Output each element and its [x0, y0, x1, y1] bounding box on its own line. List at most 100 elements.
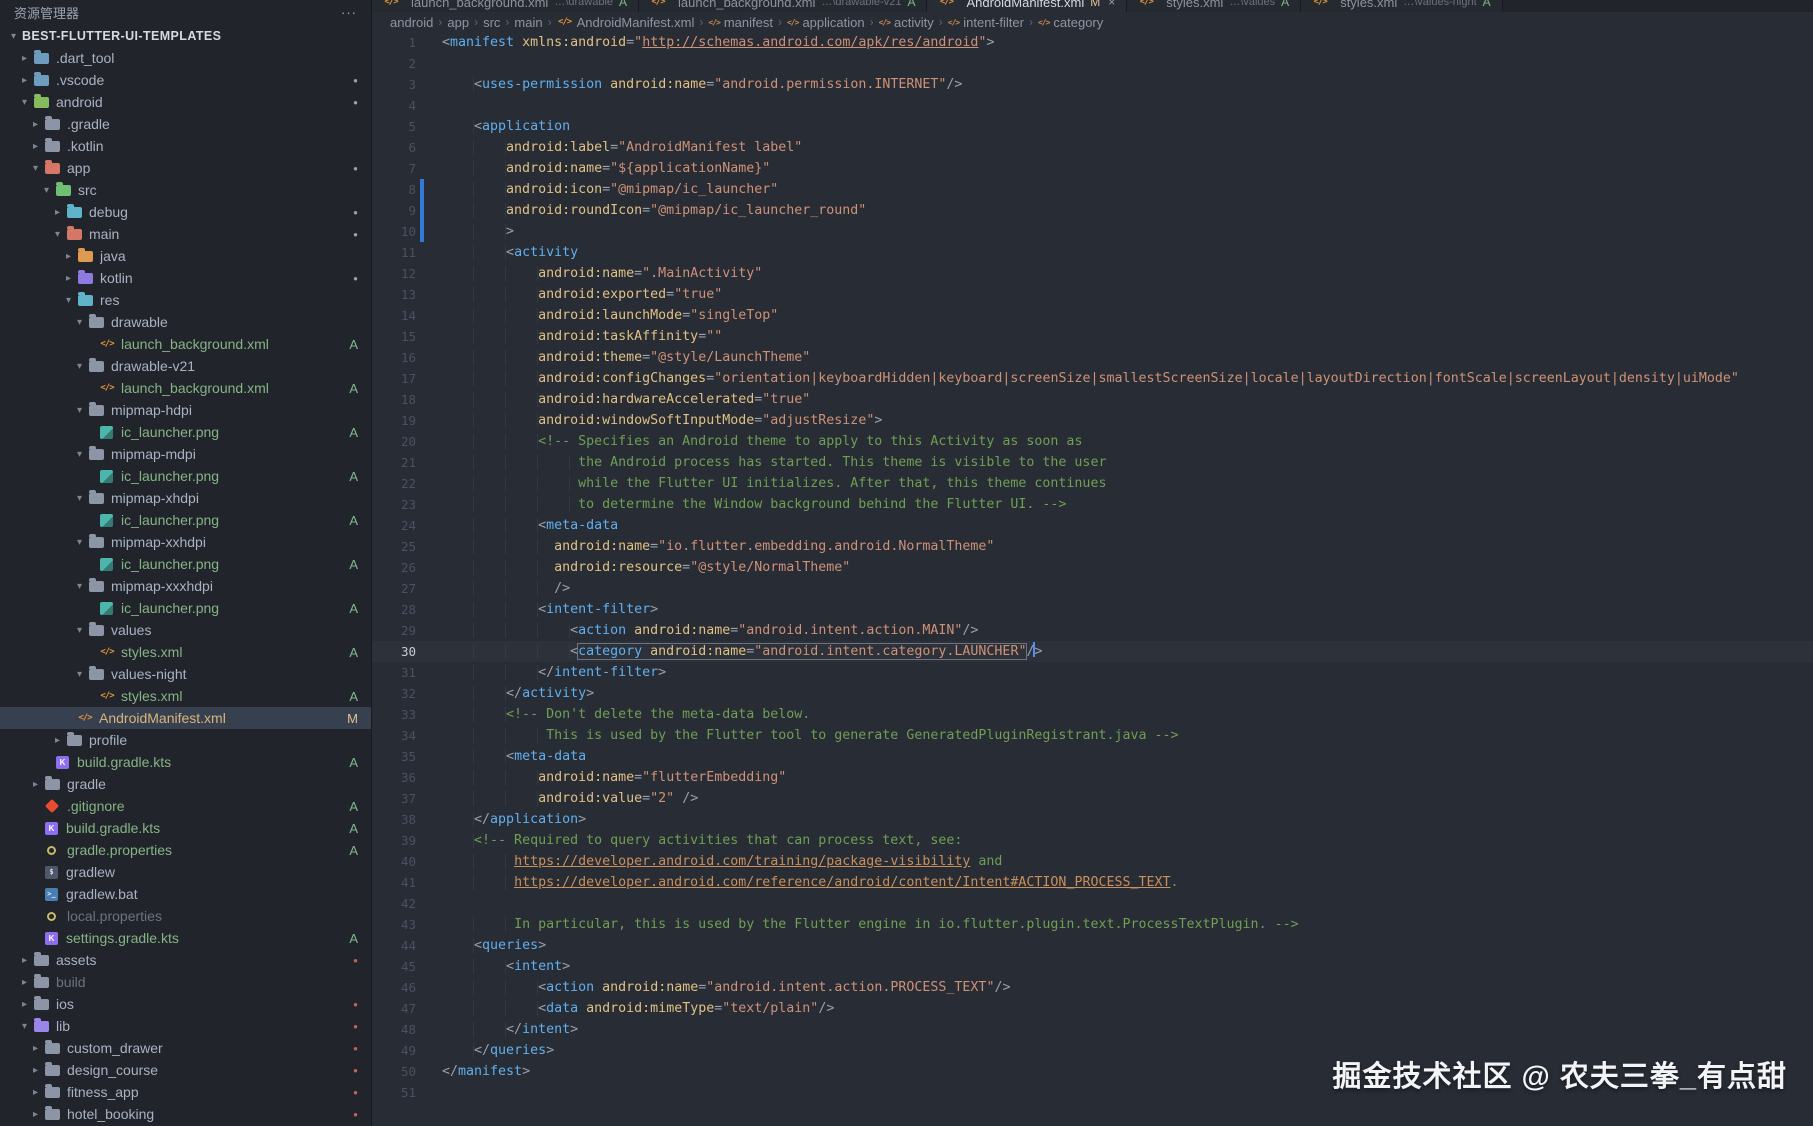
tree-item-.vscode[interactable]: ▸ .vscode ●: [0, 69, 371, 91]
chevron-right-icon[interactable]: ▸: [28, 779, 43, 790]
code-line[interactable]: 20 <!-- Specifies an Android theme to ap…: [372, 431, 1813, 452]
code-line[interactable]: 8 android:icon="@mipmap/ic_launcher": [372, 179, 1813, 200]
line-number[interactable]: 40: [372, 851, 416, 872]
line-number[interactable]: 15: [372, 326, 416, 347]
tree-item-build.gradle.kts[interactable]: Kbuild.gradle.kts A: [0, 751, 371, 773]
line-number[interactable]: 49: [372, 1040, 416, 1061]
code-line[interactable]: 48 </intent>: [372, 1019, 1813, 1040]
chevron-right-icon[interactable]: ▸: [28, 1043, 43, 1054]
chevron-down-icon[interactable]: ▾: [72, 537, 87, 548]
chevron-down-icon[interactable]: ▾: [72, 581, 87, 592]
line-number[interactable]: 1: [372, 32, 416, 53]
line-number[interactable]: 6: [372, 137, 416, 158]
tree-item-gradlew.bat[interactable]: >_ gradlew.bat: [0, 883, 371, 905]
chevron-right-icon[interactable]: ▸: [28, 119, 43, 130]
tree-item-styles.xml[interactable]: </> styles.xml A: [0, 641, 371, 663]
code-line[interactable]: 15 android:taskAffinity="": [372, 326, 1813, 347]
tree-item-profile[interactable]: ▸ profile: [0, 729, 371, 751]
tree-item-ic_launcher.png[interactable]: ic_launcher.png A: [0, 553, 371, 575]
code-editor[interactable]: 1 <manifest xmlns:android="http://schemas…: [372, 32, 1813, 1126]
line-number[interactable]: 11: [372, 242, 416, 263]
line-number[interactable]: 50: [372, 1061, 416, 1082]
breadcrumb-item-AndroidManifest.xml[interactable]: </> AndroidManifest.xml: [557, 15, 694, 30]
breadcrumb-item-intent-filter[interactable]: </> intent-filter: [948, 15, 1024, 30]
tree-item-launch_background.xml[interactable]: </> launch_background.xml A: [0, 333, 371, 355]
chevron-right-icon[interactable]: ▸: [28, 141, 43, 152]
code-line[interactable]: 22 while the Flutter UI initializes. Aft…: [372, 473, 1813, 494]
tree-item-values[interactable]: ▾ values: [0, 619, 371, 641]
line-number[interactable]: 24: [372, 515, 416, 536]
code-line[interactable]: 6 android:label="AndroidManifest label": [372, 137, 1813, 158]
code-line[interactable]: 41 https://developer.android.com/referen…: [372, 872, 1813, 893]
line-number[interactable]: 17: [372, 368, 416, 389]
line-number[interactable]: 44: [372, 935, 416, 956]
chevron-down-icon[interactable]: ▾: [50, 229, 65, 240]
line-number[interactable]: 29: [372, 620, 416, 641]
line-number[interactable]: 14: [372, 305, 416, 326]
tree-item-lib[interactable]: ▾ lib ●: [0, 1015, 371, 1037]
code-line[interactable]: 38 </application>: [372, 809, 1813, 830]
line-number[interactable]: 38: [372, 809, 416, 830]
code-line[interactable]: 4: [372, 95, 1813, 116]
line-number[interactable]: 10: [372, 221, 416, 242]
tree-item-mipmap-xxxhdpi[interactable]: ▾ mipmap-xxxhdpi: [0, 575, 371, 597]
breadcrumb-item-category[interactable]: </> category: [1038, 15, 1103, 30]
code-line[interactable]: 33 <!-- Don't delete the meta-data below…: [372, 704, 1813, 725]
line-number[interactable]: 36: [372, 767, 416, 788]
tab-styles.xml[interactable]: </> styles.xml …\values-night A: [1301, 0, 1503, 12]
chevron-right-icon[interactable]: ▸: [17, 53, 32, 64]
chevron-down-icon[interactable]: ▾: [28, 163, 43, 174]
code-line[interactable]: 2: [372, 53, 1813, 74]
tree-item-assets[interactable]: ▸ assets ●: [0, 949, 371, 971]
tree-item-hotel_booking[interactable]: ▸ hotel_booking ●: [0, 1103, 371, 1125]
tree-item-settings.gradle.kts[interactable]: Ksettings.gradle.kts A: [0, 927, 371, 949]
line-number[interactable]: 48: [372, 1019, 416, 1040]
tree-item-drawable[interactable]: ▾ drawable: [0, 311, 371, 333]
chevron-down-icon[interactable]: ▾: [17, 97, 32, 108]
chevron-right-icon[interactable]: ▸: [50, 735, 65, 746]
code-line[interactable]: 13 android:exported="true": [372, 284, 1813, 305]
line-number[interactable]: 35: [372, 746, 416, 767]
code-line[interactable]: 17 android:configChanges="orientation|ke…: [372, 368, 1813, 389]
code-line[interactable]: 23 to determine the Window background be…: [372, 494, 1813, 515]
line-number[interactable]: 12: [372, 263, 416, 284]
line-number[interactable]: 22: [372, 473, 416, 494]
code-line[interactable]: 35 <meta-data: [372, 746, 1813, 767]
line-number[interactable]: 37: [372, 788, 416, 809]
code-line[interactable]: 18 android:hardwareAccelerated="true": [372, 389, 1813, 410]
code-line[interactable]: 39 <!-- Required to query activities tha…: [372, 830, 1813, 851]
line-number[interactable]: 20: [372, 431, 416, 452]
line-number[interactable]: 33: [372, 704, 416, 725]
line-number[interactable]: 32: [372, 683, 416, 704]
line-number[interactable]: 8: [372, 179, 416, 200]
tree-item-.dart_tool[interactable]: ▸ .dart_tool: [0, 47, 371, 69]
chevron-down-icon[interactable]: ▾: [39, 185, 54, 196]
code-line[interactable]: 5 <application: [372, 116, 1813, 137]
line-number[interactable]: 21: [372, 452, 416, 473]
code-line[interactable]: 9 android:roundIcon="@mipmap/ic_launcher…: [372, 200, 1813, 221]
chevron-down-icon[interactable]: ▾: [72, 625, 87, 636]
chevron-right-icon[interactable]: ▸: [61, 251, 76, 262]
line-number[interactable]: 26: [372, 557, 416, 578]
breadcrumb-item-activity[interactable]: </> activity: [879, 15, 934, 30]
tree-item-ic_launcher.png[interactable]: ic_launcher.png A: [0, 597, 371, 619]
tree-item-build[interactable]: ▸ build: [0, 971, 371, 993]
tree-item-ic_launcher.png[interactable]: ic_launcher.png A: [0, 509, 371, 531]
close-icon[interactable]: ×: [1108, 0, 1115, 9]
tree-item-build.gradle.kts[interactable]: Kbuild.gradle.kts A: [0, 817, 371, 839]
chevron-right-icon[interactable]: ▸: [17, 75, 32, 86]
code-line[interactable]: 11 <activity: [372, 242, 1813, 263]
code-line[interactable]: 42: [372, 893, 1813, 914]
code-line[interactable]: 24 <meta-data: [372, 515, 1813, 536]
tree-root[interactable]: ▾ BEST-FLUTTER-UI-TEMPLATES: [0, 25, 371, 47]
tree-item-styles.xml[interactable]: </> styles.xml A: [0, 685, 371, 707]
tab-AndroidManifest.xml[interactable]: </> AndroidManifest.xml M ×: [927, 0, 1128, 12]
line-number[interactable]: 27: [372, 578, 416, 599]
line-number[interactable]: 7: [372, 158, 416, 179]
code-line[interactable]: 31 </intent-filter>: [372, 662, 1813, 683]
code-line[interactable]: 47 <data android:mimeType="text/plain"/>: [372, 998, 1813, 1019]
code-line[interactable]: 19 android:windowSoftInputMode="adjustRe…: [372, 410, 1813, 431]
line-number[interactable]: 19: [372, 410, 416, 431]
tree-item-app[interactable]: ▾ app ●: [0, 157, 371, 179]
tree-item-design_course[interactable]: ▸ design_course ●: [0, 1059, 371, 1081]
